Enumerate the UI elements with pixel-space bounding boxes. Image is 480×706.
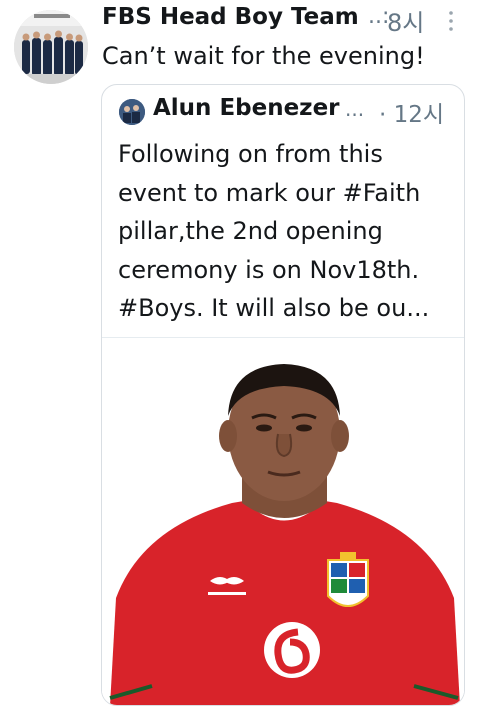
quote-text-line: event to mark our #Faith bbox=[118, 178, 421, 207]
tweet-text: Can’t wait for the evening! bbox=[102, 42, 425, 70]
quote-author-handle-truncated: ... bbox=[345, 97, 365, 121]
quote-text: Following on from this event to mark our… bbox=[118, 135, 460, 328]
quote-media-image[interactable] bbox=[102, 337, 464, 705]
author-name[interactable]: FBS Head Boy Team bbox=[102, 4, 359, 30]
quoted-tweet-card[interactable]: Alun Ebenezer ... · 12시 Following on fro… bbox=[101, 84, 465, 706]
group-photo-icon bbox=[119, 99, 145, 125]
more-options-icon[interactable] bbox=[446, 10, 456, 32]
quote-text-line: ceremony is on Nov18th. bbox=[118, 255, 420, 284]
team-photo-icon bbox=[14, 10, 88, 84]
quote-timestamp[interactable]: · 12시 bbox=[379, 95, 444, 129]
rugby-player-photo-icon bbox=[102, 338, 464, 705]
quote-text-line: #Boys. It will also be ou... bbox=[118, 294, 430, 322]
quote-author-name[interactable]: Alun Ebenezer bbox=[153, 95, 340, 121]
quote-author-avatar[interactable] bbox=[119, 99, 145, 125]
quote-text-line: Following on from this bbox=[118, 140, 383, 168]
tweet-timestamp[interactable]: 8시 bbox=[387, 3, 424, 38]
author-avatar[interactable] bbox=[14, 10, 88, 84]
quote-text-line: pillar,the 2nd opening bbox=[118, 217, 383, 245]
